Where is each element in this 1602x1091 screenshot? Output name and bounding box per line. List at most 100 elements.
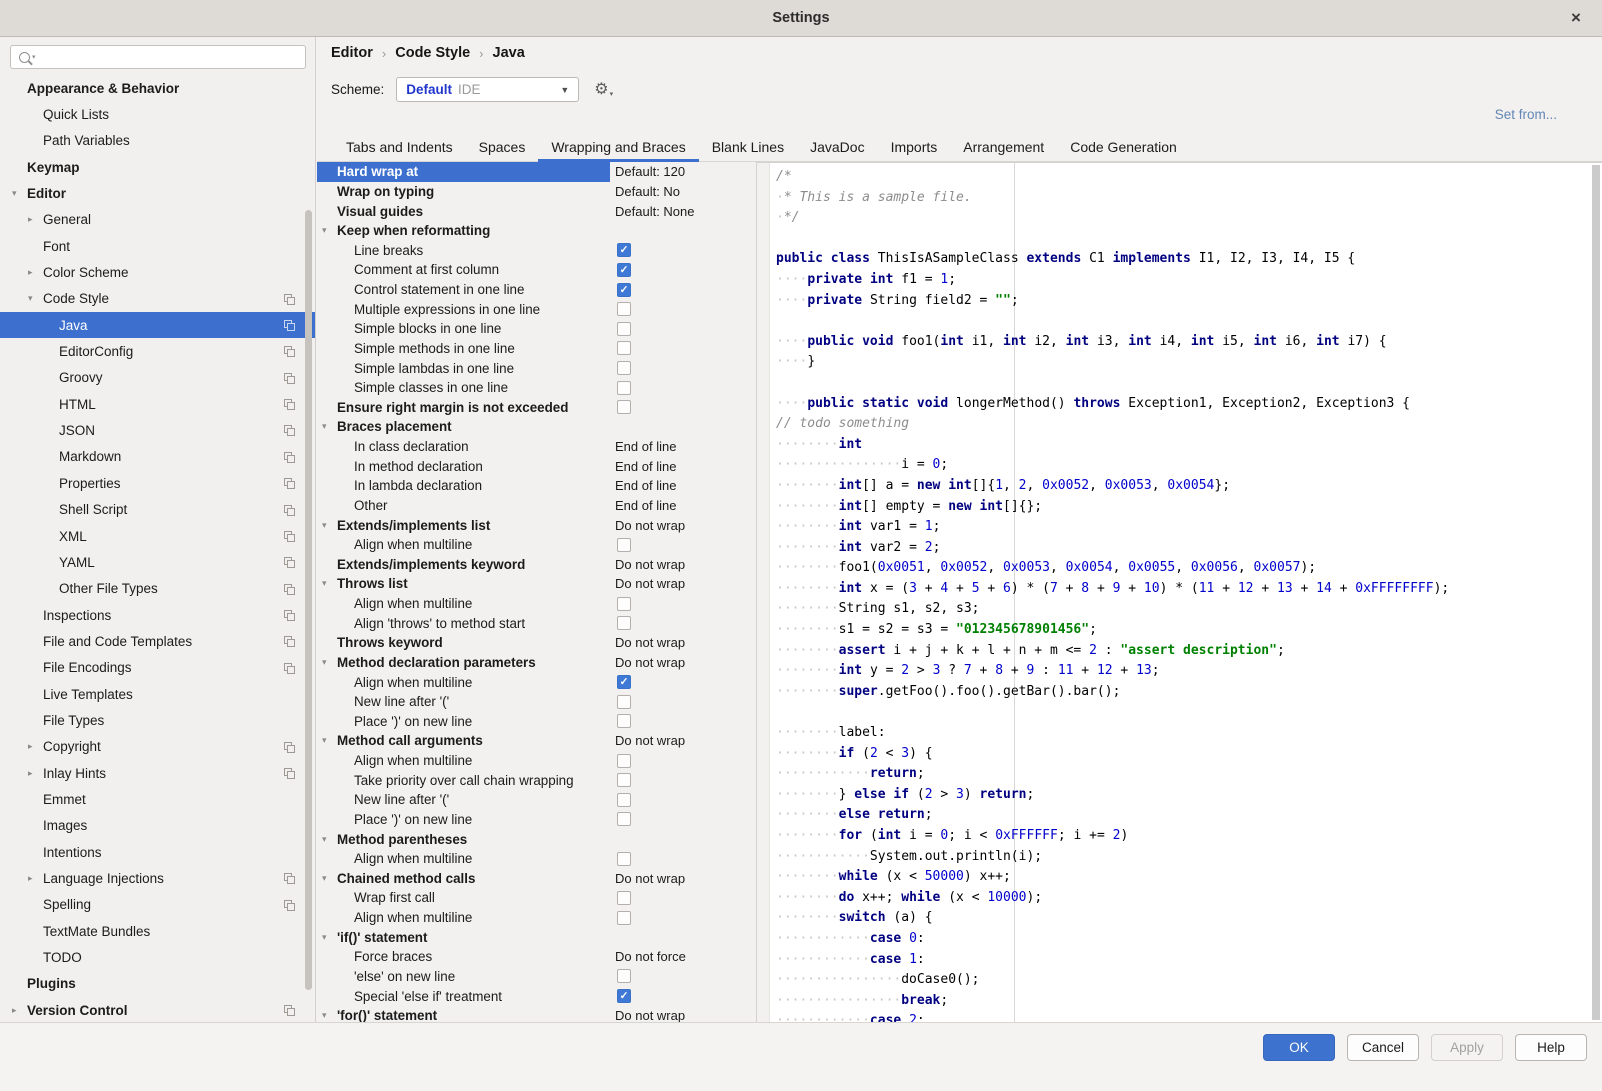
option-row-else-on-new-line[interactable]: 'else' on new line <box>317 967 756 987</box>
option-row-hard-wrap-at[interactable]: Hard wrap atDefault: 120 <box>317 162 756 182</box>
option-row-place-on-new-line[interactable]: Place ')' on new line <box>317 810 756 830</box>
chevron-down-icon[interactable]: ▾ <box>322 225 337 236</box>
chevron-down-icon[interactable]: ▾ <box>322 657 337 668</box>
option-row-chained-method-calls[interactable]: ▾Chained method callsDo not wrap <box>317 869 756 889</box>
checkbox-multiple-expressions-in-one-line[interactable] <box>617 302 631 316</box>
option-value[interactable]: Do not force <box>615 949 686 964</box>
checkbox-line-breaks[interactable]: ✓ <box>617 243 631 257</box>
option-row-align-throws-to-method-start[interactable]: Align 'throws' to method start <box>317 613 756 633</box>
chevron-down-icon[interactable]: ▾ <box>322 1010 337 1021</box>
sidebar-item-version-control[interactable]: ▸Version Control <box>0 997 315 1022</box>
option-row-multiple-expressions-in-one-line[interactable]: Multiple expressions in one line <box>317 299 756 319</box>
checkbox-align-when-multiline[interactable] <box>617 754 631 768</box>
option-row-for-statement[interactable]: ▾'for()' statementDo not wrap <box>317 1006 756 1022</box>
search-input[interactable] <box>36 46 305 68</box>
breadcrumb-editor[interactable]: Editor <box>331 45 373 61</box>
option-row-braces-placement[interactable]: ▾Braces placement <box>317 417 756 437</box>
option-row-take-priority-over-call-chain-wrapping[interactable]: Take priority over call chain wrapping <box>317 770 756 790</box>
sidebar-item-general[interactable]: ▸General <box>0 207 315 233</box>
option-value[interactable]: Default: No <box>615 184 680 199</box>
option-row-align-when-multiline[interactable]: Align when multiline <box>317 908 756 928</box>
checkbox-else-on-new-line[interactable] <box>617 969 631 983</box>
option-row-special-else-if-treatment[interactable]: Special 'else if' treatment✓ <box>317 986 756 1006</box>
checkbox-align-throws-to-method-start[interactable] <box>617 616 631 630</box>
option-row-new-line-after[interactable]: New line after '(' <box>317 692 756 712</box>
option-row-wrap-first-call[interactable]: Wrap first call <box>317 888 756 908</box>
option-row-ensure-right-margin-is-not-exceeded[interactable]: Ensure right margin is not exceeded <box>317 398 756 418</box>
option-row-control-statement-in-one-line[interactable]: Control statement in one line✓ <box>317 280 756 300</box>
tab-spaces[interactable]: Spaces <box>466 133 539 161</box>
chevron-down-icon[interactable]: ▾ <box>322 834 337 845</box>
tab-arrangement[interactable]: Arrangement <box>950 133 1057 161</box>
checkbox-ensure-right-margin-is-not-exceeded[interactable] <box>617 400 631 414</box>
search-box[interactable]: ▾ <box>10 45 306 69</box>
option-row-if-statement[interactable]: ▾'if()' statement <box>317 927 756 947</box>
sidebar-item-other-file-types[interactable]: Other File Types <box>0 576 315 602</box>
option-row-simple-methods-in-one-line[interactable]: Simple methods in one line <box>317 339 756 359</box>
checkbox-control-statement-in-one-line[interactable]: ✓ <box>617 283 631 297</box>
chevron-right-icon[interactable]: ▸ <box>12 1005 27 1016</box>
sidebar-item-keymap[interactable]: Keymap <box>0 154 315 180</box>
checkbox-place-on-new-line[interactable] <box>617 714 631 728</box>
option-row-method-declaration-parameters[interactable]: ▾Method declaration parametersDo not wra… <box>317 653 756 673</box>
option-row-extends-implements-list[interactable]: ▾Extends/implements listDo not wrap <box>317 515 756 535</box>
option-value[interactable]: End of line <box>615 439 676 454</box>
checkbox-align-when-multiline[interactable] <box>617 852 631 866</box>
checkbox-special-else-if-treatment[interactable]: ✓ <box>617 989 631 1003</box>
option-value[interactable]: Do not wrap <box>615 576 685 591</box>
option-row-align-when-multiline[interactable]: Align when multiline <box>317 594 756 614</box>
checkbox-align-when-multiline[interactable]: ✓ <box>617 675 631 689</box>
chevron-down-icon[interactable]: ▾ <box>28 293 43 304</box>
sidebar-item-color-scheme[interactable]: ▸Color Scheme <box>0 259 315 285</box>
option-value[interactable]: Do not wrap <box>615 518 685 533</box>
sidebar-item-yaml[interactable]: YAML <box>0 549 315 575</box>
sidebar-item-editorconfig[interactable]: EditorConfig <box>0 338 315 364</box>
option-value[interactable]: Do not wrap <box>615 557 685 572</box>
option-row-comment-at-first-column[interactable]: Comment at first column✓ <box>317 260 756 280</box>
chevron-right-icon[interactable]: ▸ <box>28 214 43 225</box>
chevron-right-icon[interactable]: ▸ <box>28 873 43 884</box>
checkbox-simple-blocks-in-one-line[interactable] <box>617 322 631 336</box>
scheme-select[interactable]: Default IDE ▼ <box>396 77 579 102</box>
sidebar-item-todo[interactable]: TODO <box>0 944 315 970</box>
sidebar-item-quick-lists[interactable]: Quick Lists <box>0 101 315 127</box>
option-row-align-when-multiline[interactable]: Align when multiline <box>317 535 756 555</box>
chevron-right-icon[interactable]: ▸ <box>28 741 43 752</box>
sidebar-item-font[interactable]: Font <box>0 233 315 259</box>
checkbox-take-priority-over-call-chain-wrapping[interactable] <box>617 773 631 787</box>
tab-javadoc[interactable]: JavaDoc <box>797 133 877 161</box>
checkbox-align-when-multiline[interactable] <box>617 538 631 552</box>
option-value[interactable]: End of line <box>615 459 676 474</box>
tab-code-generation[interactable]: Code Generation <box>1057 133 1190 161</box>
scheme-actions-button[interactable]: ⚙ ▾ <box>594 82 613 98</box>
sidebar-item-appearance-behavior[interactable]: Appearance & Behavior <box>0 75 315 101</box>
checkbox-new-line-after[interactable] <box>617 695 631 709</box>
option-row-extends-implements-keyword[interactable]: Extends/implements keywordDo not wrap <box>317 555 756 575</box>
option-row-align-when-multiline[interactable]: Align when multiline✓ <box>317 672 756 692</box>
sidebar-item-shell-script[interactable]: Shell Script <box>0 497 315 523</box>
option-row-keep-when-reformatting[interactable]: ▾Keep when reformatting <box>317 221 756 241</box>
option-value[interactable]: Do not wrap <box>615 655 685 670</box>
checkbox-simple-lambdas-in-one-line[interactable] <box>617 361 631 375</box>
code-scrollbar[interactable] <box>1592 165 1600 1020</box>
sidebar-item-language-injections[interactable]: ▸Language Injections <box>0 865 315 891</box>
tab-blank-lines[interactable]: Blank Lines <box>699 133 797 161</box>
option-row-place-on-new-line[interactable]: Place ')' on new line <box>317 712 756 732</box>
sidebar-item-copyright[interactable]: ▸Copyright <box>0 734 315 760</box>
checkbox-new-line-after[interactable] <box>617 793 631 807</box>
sidebar-item-properties[interactable]: Properties <box>0 470 315 496</box>
sidebar-item-markdown[interactable]: Markdown <box>0 444 315 470</box>
option-value[interactable]: Do not wrap <box>615 871 685 886</box>
option-value[interactable]: Do not wrap <box>615 733 685 748</box>
help-button[interactable]: Help <box>1515 1034 1587 1061</box>
checkbox-place-on-new-line[interactable] <box>617 812 631 826</box>
chevron-down-icon[interactable]: ▾ <box>322 578 337 589</box>
sidebar-item-editor[interactable]: ▾Editor <box>0 180 315 206</box>
option-row-new-line-after[interactable]: New line after '(' <box>317 790 756 810</box>
checkbox-wrap-first-call[interactable] <box>617 891 631 905</box>
option-row-in-class-declaration[interactable]: In class declarationEnd of line <box>317 437 756 457</box>
sidebar-item-path-variables[interactable]: Path Variables <box>0 128 315 154</box>
tab-imports[interactable]: Imports <box>878 133 951 161</box>
sidebar-item-java[interactable]: Java <box>0 312 315 338</box>
checkbox-align-when-multiline[interactable] <box>617 597 631 611</box>
